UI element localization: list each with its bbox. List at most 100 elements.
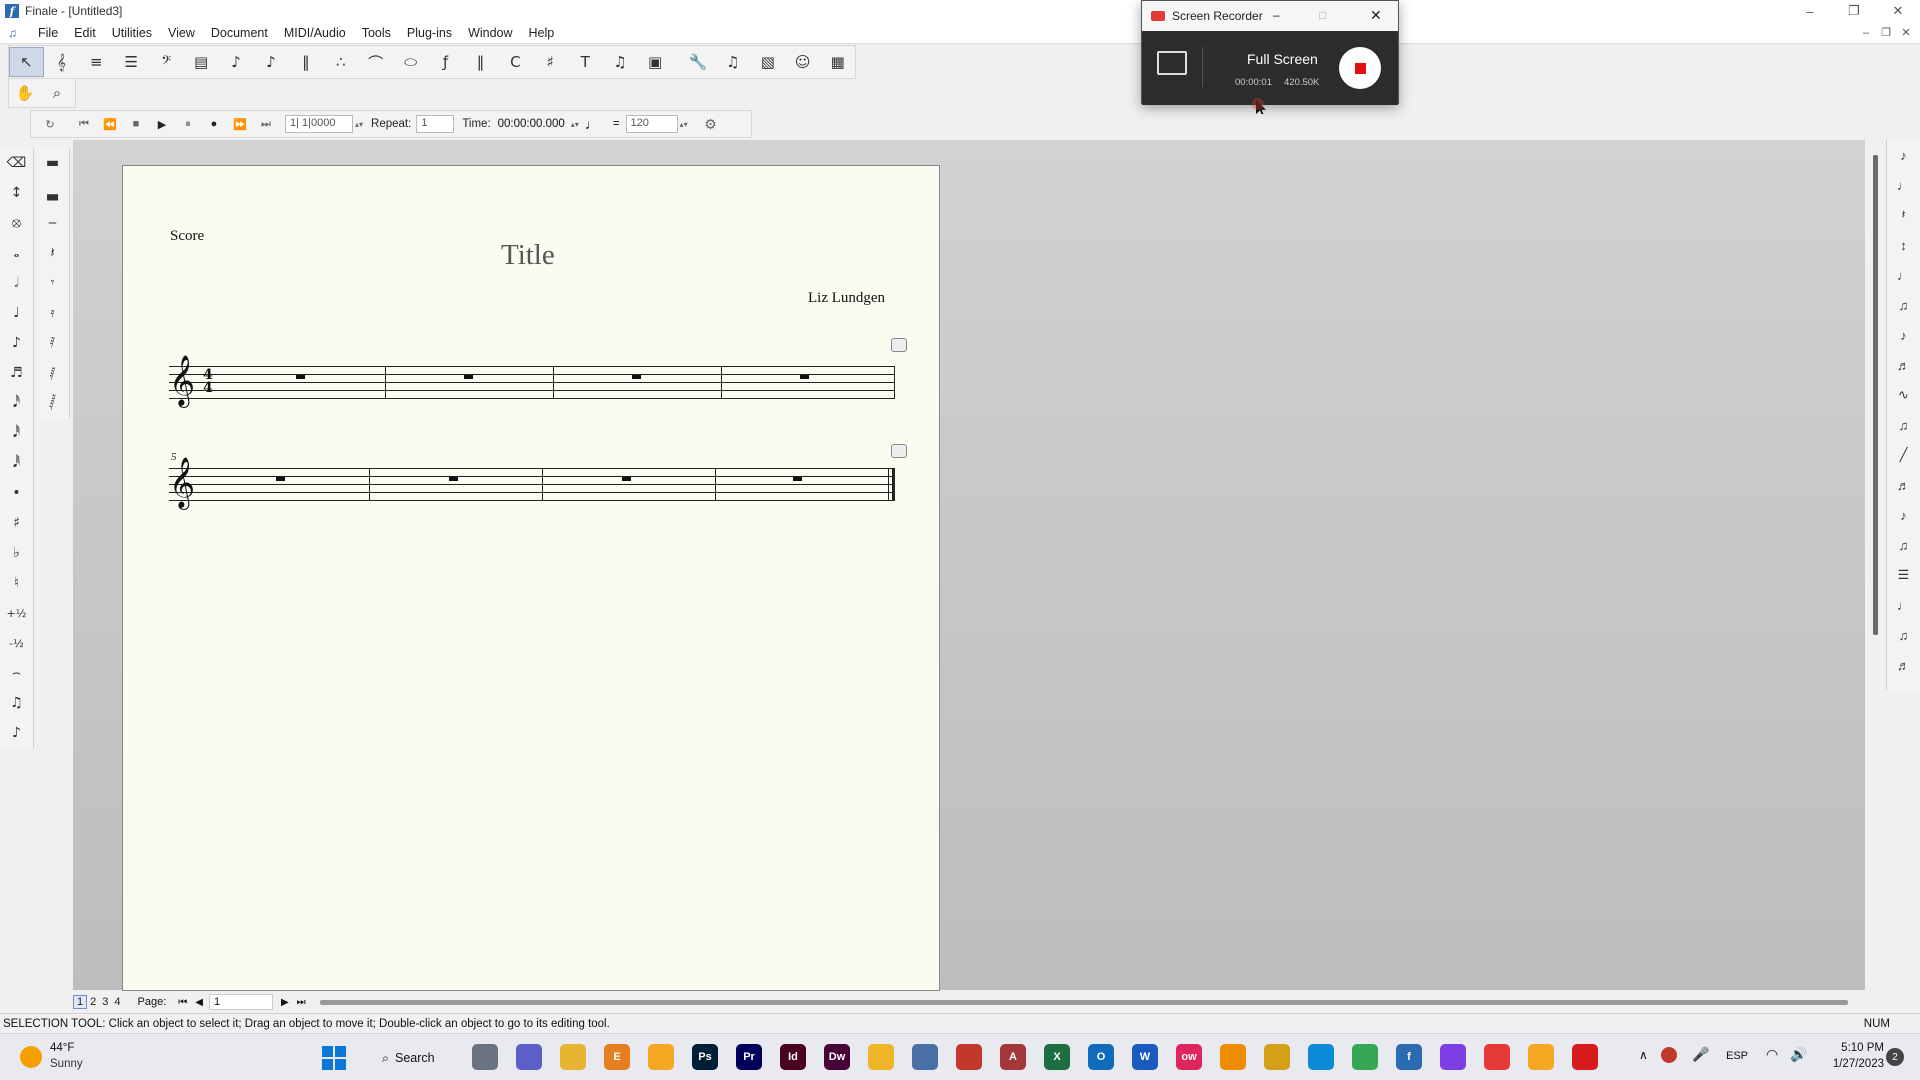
menu-window[interactable]: Window (460, 26, 520, 40)
text-t-tool-icon[interactable]: T (568, 47, 603, 77)
system-lock-icon[interactable] (891, 444, 907, 458)
recorder-close-button[interactable]: ✕ (1370, 7, 1382, 24)
vlc-icon[interactable] (1220, 1044, 1246, 1070)
natural-icon[interactable]: ♮ (3, 568, 31, 598)
start-button-icon[interactable] (322, 1046, 346, 1070)
speedy-entry-tool-icon[interactable]: ☰ (114, 47, 149, 77)
palette-icon-11[interactable]: ╱ (1889, 440, 1919, 470)
half-step-up-icon[interactable]: +½ (3, 598, 31, 628)
menu-tools[interactable]: Tools (354, 26, 399, 40)
staff-tool-icon[interactable]: 𝄞 (44, 47, 79, 77)
indesign-icon[interactable]: Id (780, 1044, 806, 1070)
volume-icon[interactable]: 🔊 (1790, 1046, 1807, 1063)
palette-icon-3[interactable]: 𝄽 (1889, 200, 1919, 230)
sharp-icon[interactable]: ♯ (3, 508, 31, 538)
score-page[interactable]: Score Title Liz Lundgen 𝄞 44 5 𝄞 (122, 165, 940, 991)
quarter-rest-icon[interactable]: 𝄽 (39, 238, 67, 268)
whole-rest[interactable] (276, 477, 285, 481)
vertical-scrollbar[interactable] (1873, 155, 1878, 635)
menu-utilities[interactable]: Utilities (104, 26, 160, 40)
thirty-second-rest-icon[interactable]: 𝅀 (39, 328, 67, 358)
half-rest-icon[interactable]: ▃ (39, 178, 67, 208)
menu-document[interactable]: Document (203, 26, 276, 40)
clock-date[interactable]: 1/27/2023 (1818, 1058, 1884, 1070)
whole-rest-grid-icon[interactable]: ⦻ (3, 208, 31, 238)
select-tool-icon[interactable]: ↖ (9, 47, 44, 77)
palette-icon-17[interactable]: ♫ (1889, 620, 1919, 650)
menu-edit[interactable]: Edit (66, 26, 104, 40)
simple-entry-tool-icon[interactable]: ≡ (79, 47, 114, 77)
graphics-tool-icon[interactable]: ♫ (603, 47, 638, 77)
palette-icon-4[interactable]: ↕ (1889, 230, 1919, 260)
sixteenth-note-icon[interactable]: ♬ (3, 358, 31, 388)
ow-app-icon[interactable]: ow (1176, 1044, 1202, 1070)
wifi-icon[interactable]: ◠ (1766, 1046, 1778, 1063)
flat-icon[interactable]: ♭ (3, 538, 31, 568)
composer-name[interactable]: Liz Lundgen (808, 290, 885, 307)
whole-rest[interactable] (632, 375, 641, 379)
tempo-spinner-icon[interactable]: ▴▾ (680, 120, 688, 129)
chord-grid-tool-icon[interactable]: ▦ (820, 47, 855, 77)
horizontal-scrollbar[interactable] (320, 1000, 1848, 1005)
pause-icon[interactable]: ⏸ (175, 118, 201, 131)
stop-icon[interactable]: ■ (123, 118, 149, 130)
smart-shape-tool-icon[interactable]: ∴ (323, 47, 358, 77)
weather-sun-icon[interactable] (20, 1046, 42, 1068)
time-spinner-icon[interactable]: ▴▾ (571, 120, 579, 129)
chord-tool-icon[interactable]: ƒ (428, 47, 463, 77)
previous-page-icon[interactable]: ◀ (195, 997, 203, 1008)
repeat-select[interactable]: 1 (416, 115, 455, 133)
half-step-down-icon[interactable]: -½ (3, 628, 31, 658)
lyrics-tool-icon[interactable]: ‖ (463, 47, 498, 77)
edge-icon[interactable] (1308, 1044, 1334, 1070)
note-tool-icon[interactable]: ♪ (219, 47, 254, 77)
sixteenth-rest-icon[interactable]: 𝄿 (39, 298, 67, 328)
system-lock-icon[interactable] (891, 338, 907, 352)
tie-icon[interactable]: ⌢ (3, 658, 31, 688)
dot-icon[interactable]: • (3, 478, 31, 508)
task-view-icon[interactable] (472, 1044, 498, 1070)
playback-settings-icon[interactable]: ⚙ (698, 116, 724, 133)
quarter-note-icon[interactable]: ♩ (585, 116, 599, 132)
premiere-icon[interactable]: Pr (736, 1044, 762, 1070)
special-tools-icon[interactable]: ☺ (785, 47, 820, 77)
duck-app-icon[interactable] (868, 1044, 894, 1070)
key-signature-tool-icon[interactable]: 𝄢 (149, 47, 184, 77)
page-layout-tool-icon[interactable]: ▣ (638, 47, 673, 77)
calculator-icon[interactable] (912, 1044, 938, 1070)
eighth-note-icon[interactable]: ♪ (3, 328, 31, 358)
finale-icon[interactable]: f (1396, 1044, 1422, 1070)
palette-icon-16[interactable]: ♩ (1889, 590, 1919, 620)
palette-icon-8[interactable]: ♬ (1889, 350, 1919, 380)
show-hidden-icons[interactable]: ∧ (1639, 1048, 1648, 1062)
teams-icon[interactable] (516, 1044, 542, 1070)
microphone-icon[interactable]: 🎤 (1692, 1046, 1709, 1063)
record-icon[interactable]: ● (201, 118, 227, 130)
sixty-fourth-note-icon[interactable]: 𝅘𝅥𝅱 (3, 418, 31, 448)
staff-system-1[interactable]: 𝄞 44 (169, 359, 895, 403)
position-field[interactable]: 1| 1|0000 (285, 115, 353, 133)
notification-badge[interactable]: 2 (1886, 1048, 1904, 1066)
menu-file[interactable]: File (30, 26, 66, 40)
fast-forward-icon[interactable]: ⏩ (227, 118, 253, 131)
tempo-field[interactable]: 120 (625, 115, 678, 133)
treble-clef[interactable]: 𝄞 (169, 461, 195, 505)
recorder-minimize-button[interactable]: – (1273, 8, 1280, 22)
hand-grabber-icon[interactable]: ✋ (9, 79, 41, 107)
palette-icon-14[interactable]: ♫ (1889, 530, 1919, 560)
expression-tool-icon[interactable]: ⌒ (358, 47, 393, 77)
tray-app-icon[interactable] (1661, 1047, 1677, 1063)
resize-tool-icon[interactable]: ▧ (750, 47, 785, 77)
page-tab-2[interactable]: 2 (87, 996, 99, 1008)
last-page-icon[interactable]: ⏭ (297, 997, 306, 1008)
wrench-tool-icon[interactable]: 🔧 (681, 47, 716, 77)
arc-app-icon[interactable] (1440, 1044, 1466, 1070)
sixty-fourth-rest-icon[interactable]: 𝅁 (39, 358, 67, 388)
palette-icon-7[interactable]: ♪ (1889, 320, 1919, 350)
sublime-icon[interactable] (648, 1044, 674, 1070)
palette-icon-9[interactable]: ∿ (1889, 380, 1919, 410)
sublime-2-icon[interactable] (1528, 1044, 1554, 1070)
close-button[interactable]: ✕ (1876, 0, 1920, 22)
whole-rest[interactable] (793, 477, 802, 481)
red-app-icon[interactable] (956, 1044, 982, 1070)
